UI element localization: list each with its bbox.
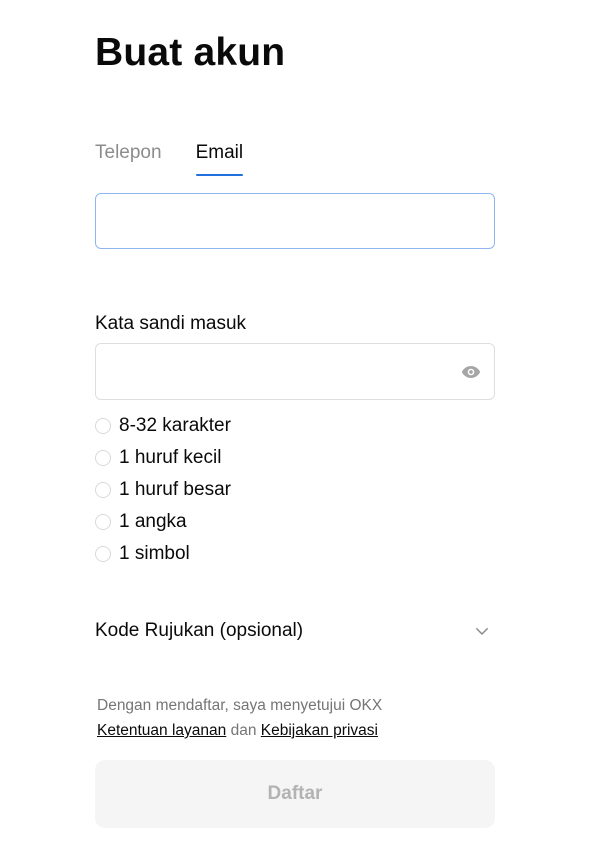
eye-icon[interactable] [460, 361, 482, 383]
signup-page: Buat akun Telepon Email Kata sandi masuk… [0, 0, 589, 850]
rule-status-icon [95, 482, 111, 498]
rule-uppercase: 1 huruf besar [95, 474, 231, 506]
email-input[interactable] [95, 193, 495, 249]
rule-number: 1 angka [95, 506, 231, 538]
method-tabs: Telepon Email [95, 140, 243, 176]
privacy-policy-link[interactable]: Kebijakan privasi [261, 722, 378, 739]
terms-joiner: dan [230, 722, 257, 739]
tab-telepon[interactable]: Telepon [95, 140, 162, 176]
rule-lowercase: 1 huruf kecil [95, 442, 231, 474]
page-title: Buat akun [95, 31, 286, 74]
referral-code-toggle[interactable]: Kode Rujukan (opsional) [95, 614, 495, 648]
rule-status-icon [95, 450, 111, 466]
terms-text: Dengan mendaftar, saya menyetujui OKX Ke… [97, 693, 497, 743]
chevron-down-icon [476, 628, 488, 635]
rule-text: 8-32 karakter [119, 415, 231, 436]
register-button[interactable]: Daftar [95, 760, 495, 828]
terms-prefix: Dengan mendaftar, saya menyetujui OKX [97, 697, 383, 714]
rule-length: 8-32 karakter [95, 410, 231, 442]
rule-status-icon [95, 546, 111, 562]
password-input[interactable] [96, 344, 446, 399]
terms-of-service-link[interactable]: Ketentuan layanan [97, 722, 226, 739]
rule-text: 1 simbol [119, 543, 190, 564]
tab-email[interactable]: Email [195, 140, 243, 176]
password-rules: 8-32 karakter 1 huruf kecil 1 huruf besa… [95, 410, 231, 570]
password-label: Kata sandi masuk [95, 313, 247, 334]
rule-status-icon [95, 514, 111, 530]
referral-label: Kode Rujukan (opsional) [95, 620, 304, 641]
password-field [95, 343, 495, 400]
rule-text: 1 angka [119, 511, 187, 532]
rule-symbol: 1 simbol [95, 538, 231, 570]
rule-text: 1 huruf kecil [119, 447, 222, 468]
rule-status-icon [95, 418, 111, 434]
rule-text: 1 huruf besar [119, 479, 231, 500]
